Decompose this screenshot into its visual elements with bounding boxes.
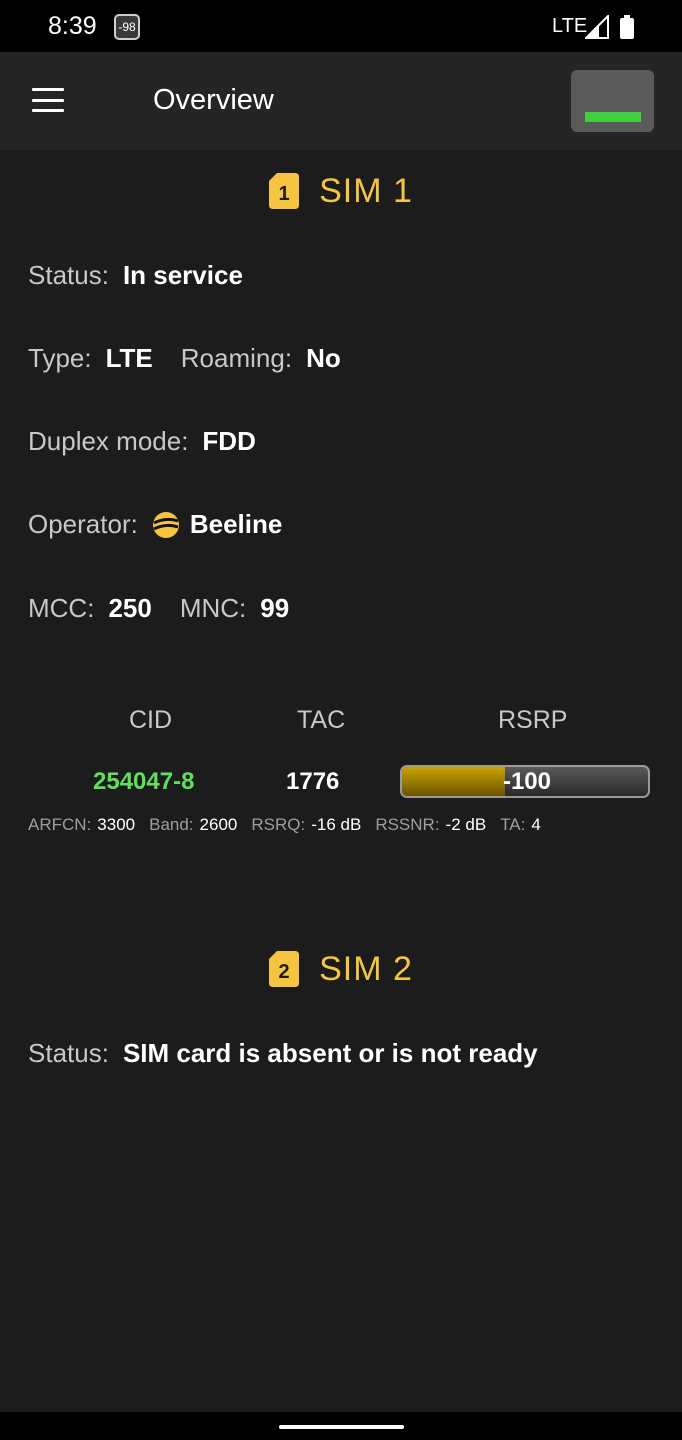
sim-card-number: 2: [279, 961, 290, 983]
ta-label: TA:: [500, 815, 526, 834]
sim1-duplex-row: Duplex mode: FDD: [28, 426, 256, 457]
sim-card-icon: 2: [269, 951, 300, 987]
signal-badge: -98: [114, 14, 140, 40]
tac-value: 1776: [286, 768, 340, 795]
band-label: Band:: [149, 815, 194, 834]
status-label: Status:: [28, 260, 109, 290]
menu-icon[interactable]: [26, 80, 70, 120]
sim1-header: 1 SIM 1: [0, 166, 682, 216]
cid-header: CID: [129, 706, 173, 734]
app-bar: Overview: [0, 52, 682, 150]
signal-indicator-button[interactable]: [571, 70, 654, 132]
band-value: 2600: [199, 815, 238, 834]
rssnr-value: -2 dB: [445, 815, 487, 834]
page-title: Overview: [153, 84, 274, 116]
sim1-title: SIM 1: [319, 171, 413, 210]
arfcn-value: 3300: [97, 815, 136, 834]
duplex-label: Duplex mode:: [28, 426, 189, 456]
rsrq-label: RSRQ:: [251, 815, 306, 834]
rssnr-label: RSSNR:: [375, 815, 440, 834]
mnc-label: MNC:: [179, 593, 247, 623]
sim2-status-row: Status: SIM card is absent or is not rea…: [28, 1038, 538, 1069]
network-type: LTE: [552, 15, 588, 37]
mcc-label: MCC:: [28, 593, 95, 623]
type-label: Type:: [28, 343, 92, 373]
home-gesture-handle[interactable]: [279, 1425, 404, 1429]
beeline-logo-icon: [152, 511, 179, 538]
status-time: 8:39: [48, 12, 97, 40]
arfcn-label: ARFCN:: [28, 815, 92, 834]
navigation-bar: [0, 1412, 682, 1440]
status-label: Status:: [28, 1038, 109, 1068]
sim1-type-row: Type: LTE Roaming: No: [28, 343, 341, 374]
roaming-value: No: [306, 343, 341, 373]
cell-details-row: ARFCN: 3300 Band: 2600 RSRQ: -16 dB RSSN…: [28, 815, 555, 835]
sim-card-icon: 1: [269, 173, 300, 209]
rsrp-meter-fill: [402, 767, 506, 796]
sim1-status-row: Status: In service: [28, 260, 243, 291]
indicator-bar: [585, 112, 641, 122]
signal-icon: [585, 15, 609, 39]
status-bar: 8:39 -98 LTE: [0, 0, 682, 52]
cid-value: 254047-8: [93, 768, 195, 795]
rsrq-value: -16 dB: [311, 815, 362, 834]
sim-card-number: 1: [279, 183, 290, 205]
sim1-operator-row: Operator: Beeline: [28, 509, 282, 540]
operator-value: Beeline: [189, 509, 283, 539]
duplex-value: FDD: [202, 426, 256, 456]
rsrp-header: RSRP: [498, 706, 568, 734]
status-value: SIM card is absent or is not ready: [122, 1038, 538, 1068]
battery-icon: [620, 15, 634, 39]
rsrp-value: -100: [502, 767, 552, 795]
operator-label: Operator:: [28, 509, 138, 539]
sim2-header: 2 SIM 2: [0, 944, 682, 994]
type-value: LTE: [105, 343, 153, 373]
status-value: In service: [122, 260, 243, 290]
sim2-title: SIM 2: [319, 949, 413, 988]
mcc-value: 250: [108, 593, 152, 623]
mnc-value: 99: [260, 593, 290, 623]
ta-value: 4: [531, 815, 541, 834]
roaming-label: Roaming:: [180, 343, 293, 373]
tac-header: TAC: [297, 706, 346, 734]
sim1-mcc-row: MCC: 250 MNC: 99: [28, 593, 289, 624]
rsrp-meter: -100: [400, 765, 650, 798]
